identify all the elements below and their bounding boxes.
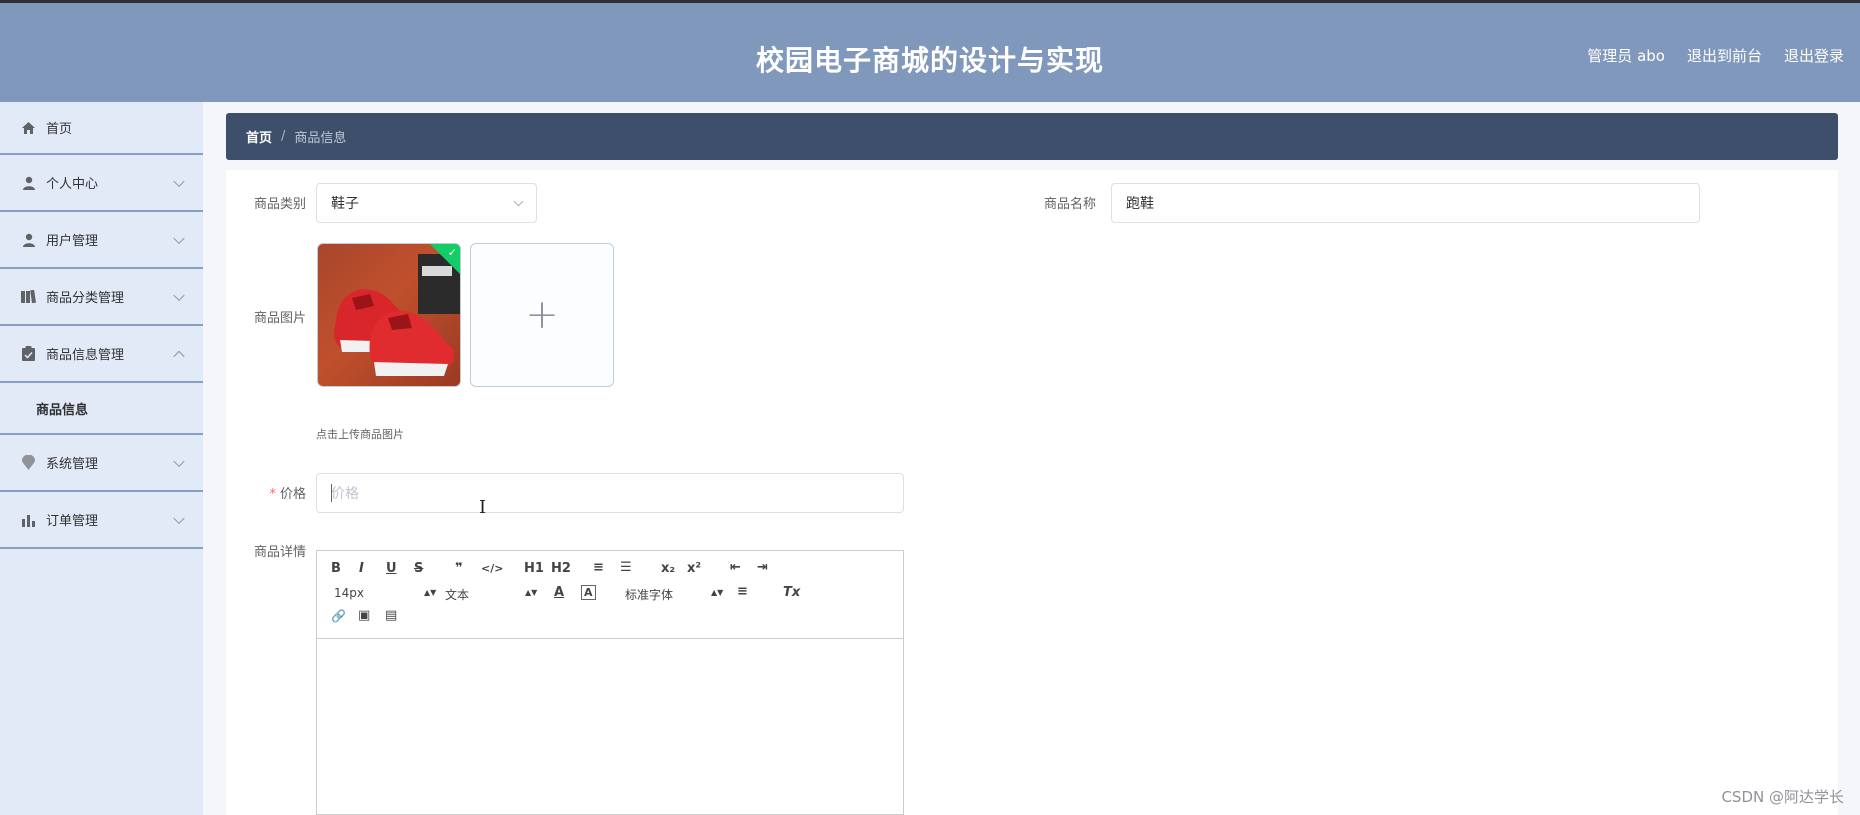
back-to-front-link[interactable]: 退出到前台 — [1687, 45, 1762, 66]
image-label: 商品图片 — [253, 311, 306, 326]
category-label: 商品类别 — [253, 197, 306, 212]
chevron-down-icon — [173, 455, 185, 467]
sidebar-item-category-management[interactable]: 商品分类管理 — [0, 269, 203, 326]
image-button[interactable]: ▣ — [358, 608, 370, 623]
rich-text-editor[interactable]: B I U S ❞ </> H1 H2 ≡ ☰ x₂ x² ⇤ ⇥ 14px ▲▼… — [316, 550, 904, 815]
chevron-down-icon — [173, 512, 185, 524]
clean-format-button[interactable]: Tx — [783, 585, 800, 600]
price-input[interactable]: 价格 — [316, 473, 904, 513]
required-mark: * — [269, 487, 276, 502]
detail-label: 商品详情 — [253, 545, 306, 560]
bold-button[interactable]: B — [331, 561, 341, 576]
sidebar-item-product-management[interactable]: 商品信息管理 — [0, 326, 203, 383]
category-select[interactable]: 鞋子 — [316, 183, 537, 223]
font-color-button[interactable]: A — [554, 585, 564, 600]
heading1-button[interactable]: H1 — [524, 561, 544, 576]
product-name-value: 跑鞋 — [1126, 196, 1154, 212]
font-size-select[interactable]: 14px ▲▼ — [334, 586, 436, 600]
sidebar-subitem-label: 商品信息 — [36, 402, 89, 418]
bullet-list-button[interactable]: ☰ — [620, 560, 632, 575]
price-placeholder: 价格 — [331, 486, 359, 502]
header-links: 管理员 abo 退出到前台 退出登录 — [1587, 45, 1844, 66]
font-size-value: 14px — [334, 586, 364, 600]
sidebar-item-label: 商品分类管理 — [46, 291, 125, 306]
outdent-button[interactable]: ⇤ — [730, 560, 741, 575]
sidebar-subitem-product-info[interactable]: 商品信息 — [0, 383, 203, 435]
top-header: 校园电子商城的设计与实现 管理员 abo 退出到前台 退出登录 — [0, 0, 1860, 102]
plus-icon: + — [525, 292, 559, 338]
background-color-button[interactable]: A — [581, 585, 596, 600]
chevron-down-icon — [173, 289, 185, 301]
breadcrumb-home[interactable]: 首页 — [246, 127, 272, 146]
header-select[interactable]: 文本 ▲▼ — [445, 586, 538, 603]
location-icon — [21, 455, 36, 470]
sidebar-item-label: 商品信息管理 — [46, 348, 125, 363]
updown-icon: ▲▼ — [711, 588, 724, 597]
font-family-value: 标准字体 — [625, 588, 674, 602]
blockquote-button[interactable]: ❞ — [455, 561, 463, 576]
sidebar-item-system-management[interactable]: 系统管理 — [0, 435, 203, 492]
updown-icon: ▲▼ — [424, 588, 437, 597]
clipboard-icon — [21, 346, 36, 361]
uploaded-product-image[interactable]: ✓ — [317, 243, 461, 387]
image-upload-hint: 点击上传商品图片 — [316, 428, 404, 441]
underline-button[interactable]: U — [386, 561, 397, 576]
site-title: 校园电子商城的设计与实现 — [755, 44, 1104, 77]
sidebar-item-label: 系统管理 — [46, 457, 99, 472]
text-caret — [331, 484, 332, 502]
category-icon — [21, 289, 36, 304]
price-label-text: 价格 — [279, 487, 306, 502]
chevron-down-icon — [173, 175, 185, 187]
sidebar-item-user-management[interactable]: 用户管理 — [0, 212, 203, 269]
sidebar-item-label: 订单管理 — [46, 514, 99, 529]
check-icon: ✓ — [447, 246, 457, 259]
sidebar: 首页 个人中心 用户管理 商品分类管理 商品信息管理 商品信息 系统管理 订单管… — [0, 102, 203, 815]
product-form: 商品类别 鞋子 商品名称 跑鞋 商品图片 ✓ + 点击上传商品图片 * 价格 价格… — [226, 170, 1838, 815]
sidebar-item-personal-center[interactable]: 个人中心 — [0, 155, 203, 212]
superscript-button[interactable]: x² — [687, 561, 701, 576]
heading2-button[interactable]: H2 — [551, 561, 571, 576]
user-icon — [21, 175, 36, 190]
sidebar-item-label: 首页 — [46, 122, 73, 137]
watermark: CSDN @阿达学长 — [1721, 788, 1844, 806]
price-label: * 价格 — [226, 483, 306, 502]
code-block-button[interactable]: </> — [481, 562, 503, 575]
breadcrumb-separator: / — [281, 129, 286, 144]
editor-toolbar: B I U S ❞ </> H1 H2 ≡ ☰ x₂ x² ⇤ ⇥ 14px ▲▼… — [317, 551, 903, 639]
italic-button[interactable]: I — [359, 561, 364, 576]
bar-chart-icon — [21, 512, 36, 527]
home-icon — [21, 120, 36, 135]
breadcrumb-current: 商品信息 — [294, 131, 347, 146]
video-button[interactable]: ▤ — [385, 608, 397, 623]
sidebar-item-home[interactable]: 首页 — [0, 102, 203, 155]
strike-button[interactable]: S — [414, 561, 423, 576]
updown-icon: ▲▼ — [525, 588, 538, 597]
text-cursor-icon: I — [479, 497, 487, 518]
chevron-down-icon — [173, 232, 185, 244]
sidebar-item-label: 个人中心 — [46, 177, 99, 192]
header-select-value: 文本 — [445, 588, 470, 602]
ordered-list-button[interactable]: ≡ — [593, 560, 604, 575]
image-upload-button[interactable]: + — [470, 243, 614, 387]
product-name-input[interactable]: 跑鞋 — [1111, 183, 1700, 223]
user-icon — [21, 232, 36, 247]
name-label: 商品名称 — [1043, 197, 1096, 212]
sidebar-item-order-management[interactable]: 订单管理 — [0, 492, 203, 549]
admin-user-link[interactable]: 管理员 abo — [1587, 45, 1665, 66]
logout-link[interactable]: 退出登录 — [1784, 45, 1844, 66]
indent-button[interactable]: ⇥ — [757, 560, 768, 575]
subscript-button[interactable]: x₂ — [661, 561, 675, 576]
font-family-select[interactable]: 标准字体 ▲▼ — [625, 586, 723, 603]
align-button[interactable]: ≡ — [737, 584, 748, 599]
chevron-up-icon — [173, 350, 185, 362]
breadcrumb: 首页 / 商品信息 — [226, 113, 1838, 160]
link-button[interactable]: 🔗 — [331, 609, 346, 623]
sidebar-item-label: 用户管理 — [46, 234, 99, 249]
category-select-value: 鞋子 — [331, 196, 359, 212]
chevron-down-icon — [513, 196, 524, 207]
